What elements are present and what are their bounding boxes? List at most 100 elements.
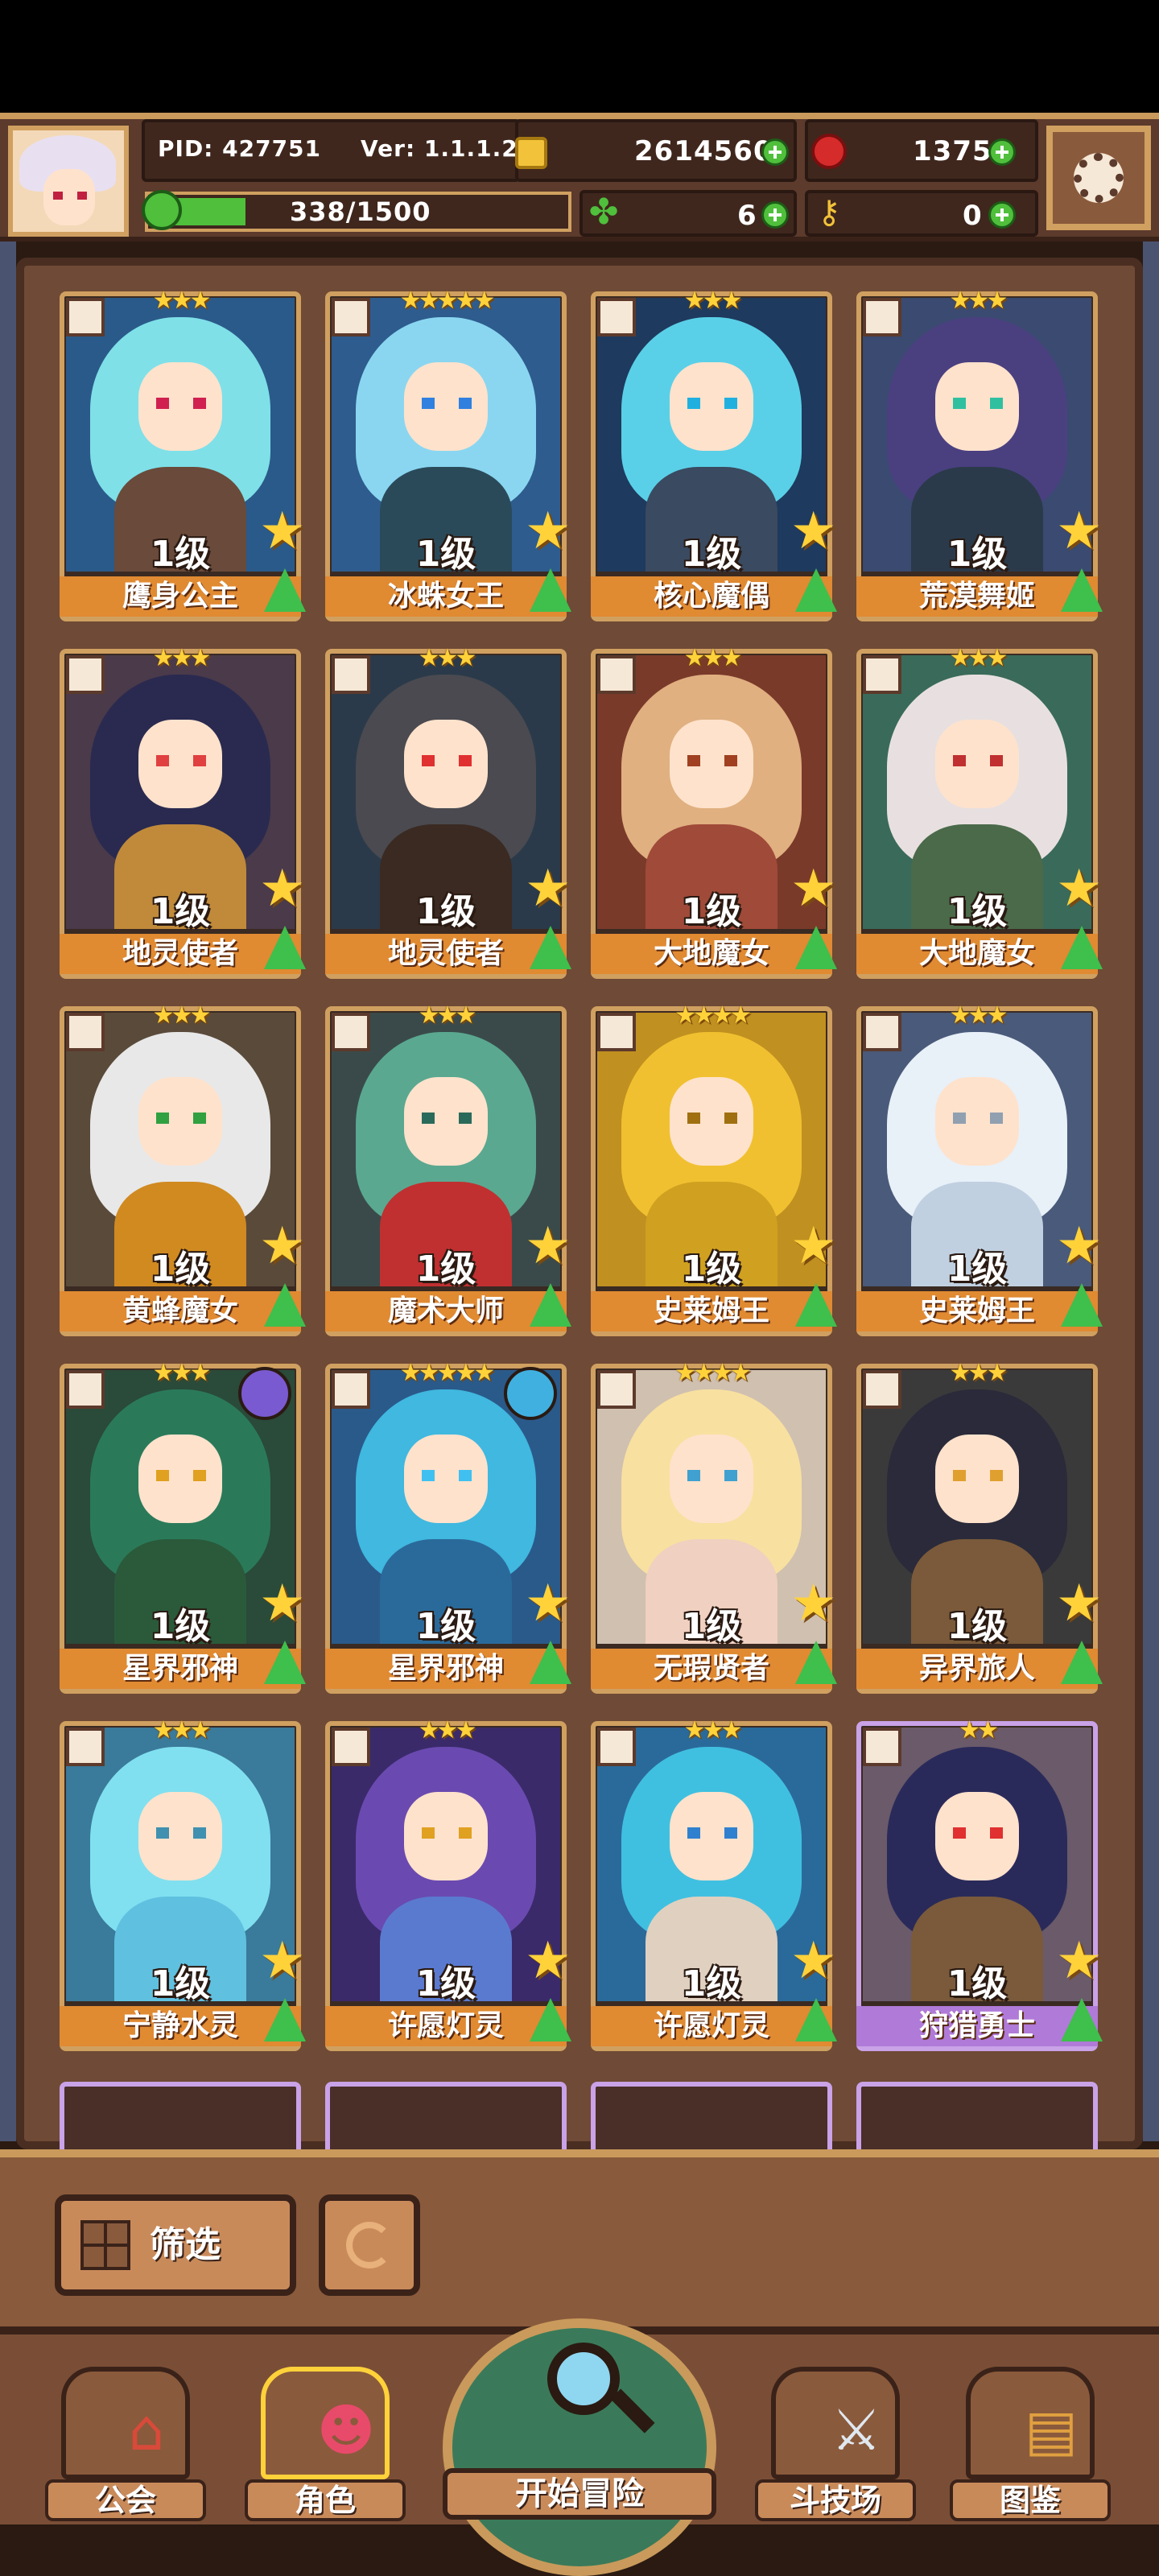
energy-value: 338/1500 <box>290 196 431 227</box>
partial-card[interactable] <box>591 2082 832 2149</box>
nav-arena[interactable]: ⚔ 斗技场 <box>755 2367 916 2524</box>
level-up-arrow-icon[interactable] <box>1061 1641 1103 1684</box>
character-card[interactable]: ★★★ 1级 许愿灯灵 ★ <box>591 1716 837 2051</box>
star-upgrade-icon[interactable]: ★ <box>259 1220 305 1272</box>
character-card[interactable]: ★★★ 1级 鹰身公主 ★ <box>60 287 306 621</box>
character-card[interactable]: ★★★ 1级 异界旅人 ★ <box>856 1359 1103 1694</box>
nav-character[interactable]: ☻ 角色 <box>245 2367 406 2524</box>
star-upgrade-icon[interactable]: ★ <box>525 506 571 557</box>
guild-house-icon: ⌂ <box>128 2397 165 2463</box>
level-up-arrow-icon[interactable] <box>1061 926 1103 969</box>
level-up-arrow-icon[interactable] <box>264 1998 306 2041</box>
gear-icon <box>1074 153 1124 203</box>
star-upgrade-icon[interactable]: ★ <box>790 1935 836 1987</box>
partial-card[interactable] <box>60 2082 301 2149</box>
filter-bar: 筛选 <box>0 2149 1159 2326</box>
star-upgrade-icon[interactable]: ★ <box>259 506 305 557</box>
right-border <box>1143 242 1159 2141</box>
partial-card[interactable] <box>856 2082 1098 2149</box>
partial-card[interactable] <box>325 2082 567 2149</box>
status-bar-area <box>0 0 1159 113</box>
character-card[interactable]: ★★★ 1级 荒漠舞姬 ★ <box>856 287 1103 621</box>
nav-guild[interactable]: ⌂ 公会 <box>45 2367 206 2524</box>
rarity-stars: ★★★ <box>152 1001 212 1030</box>
level-up-arrow-icon[interactable] <box>264 568 306 612</box>
key-amount: 0 <box>963 200 983 232</box>
rarity-stars: ★★★ <box>152 287 212 315</box>
character-card[interactable]: ★★★★ 1级 史莱姆王 ★ <box>591 1001 837 1336</box>
star-upgrade-icon[interactable]: ★ <box>1056 506 1102 557</box>
rarity-stars: ★★★★ <box>674 1359 752 1387</box>
level-up-arrow-icon[interactable] <box>530 1641 571 1684</box>
character-card[interactable]: ★★ 1级 狩猎勇士 ★ <box>856 1716 1103 2051</box>
star-upgrade-icon[interactable]: ★ <box>1056 1935 1102 1987</box>
star-upgrade-icon[interactable]: ★ <box>1056 1220 1102 1272</box>
star-upgrade-icon[interactable]: ★ <box>525 863 571 914</box>
filter-label: 筛选 <box>150 2224 221 2265</box>
level-up-arrow-icon[interactable] <box>530 1998 571 2041</box>
character-card[interactable]: ★★★ 1级 大地魔女 ★ <box>856 644 1103 979</box>
level-up-arrow-icon[interactable] <box>795 1998 837 2041</box>
level-up-arrow-icon[interactable] <box>795 568 837 612</box>
level-up-arrow-icon[interactable] <box>530 926 571 969</box>
start-adventure-button[interactable]: 开始冒险 <box>443 2318 716 2576</box>
character-card[interactable]: ★★★★★ 1级 星界邪神 ★ <box>325 1359 571 1694</box>
magnifier-icon <box>547 2343 620 2415</box>
character-card[interactable]: ★★★ 1级 黄蜂魔女 ★ <box>60 1001 306 1336</box>
character-card[interactable]: ★★★★★ 1级 冰蛛女王 ★ <box>325 287 571 621</box>
character-card[interactable]: ★★★ 1级 地灵使者 ★ <box>325 644 571 979</box>
star-upgrade-icon[interactable]: ★ <box>525 1220 571 1272</box>
add-gold-button[interactable] <box>761 138 789 166</box>
player-avatar[interactable] <box>8 126 129 237</box>
gem-amount: 1375 <box>913 135 992 167</box>
level-up-arrow-icon[interactable] <box>530 1283 571 1327</box>
add-clover-button[interactable] <box>761 201 789 229</box>
level-up-arrow-icon[interactable] <box>1061 1998 1103 2041</box>
level-up-arrow-icon[interactable] <box>530 568 571 612</box>
grid-icon <box>80 2220 130 2270</box>
character-card[interactable]: ★★★ 1级 地灵使者 ★ <box>60 644 306 979</box>
character-face-icon: ☻ <box>316 2397 376 2463</box>
character-card[interactable]: ★★★ 1级 大地魔女 ★ <box>591 644 837 979</box>
rarity-stars: ★★★★★ <box>399 1359 495 1387</box>
add-key-button[interactable] <box>988 201 1016 229</box>
nav-codex[interactable]: ▤ 图鉴 <box>950 2367 1111 2524</box>
add-gems-button[interactable] <box>988 138 1016 166</box>
character-card[interactable]: ★★★ 1级 许愿灯灵 ★ <box>325 1716 571 2051</box>
star-upgrade-icon[interactable]: ★ <box>790 506 836 557</box>
clover-icon: ✤ <box>588 192 619 233</box>
character-card[interactable]: ★★★★ 1级 无瑕贤者 ★ <box>591 1359 837 1694</box>
character-card[interactable]: ★★★ 1级 宁静水灵 ★ <box>60 1716 306 2051</box>
level-up-arrow-icon[interactable] <box>264 1641 306 1684</box>
level-up-arrow-icon[interactable] <box>264 926 306 969</box>
level-up-arrow-icon[interactable] <box>264 1283 306 1327</box>
level-up-arrow-icon[interactable] <box>795 1283 837 1327</box>
gold-coin-icon <box>515 137 547 169</box>
star-upgrade-icon[interactable]: ★ <box>1056 863 1102 914</box>
rarity-stars: ★★★★ <box>674 1001 752 1030</box>
level-up-arrow-icon[interactable] <box>1061 568 1103 612</box>
star-upgrade-icon[interactable]: ★ <box>790 1578 836 1629</box>
character-card[interactable]: ★★★ 1级 核心魔偶 ★ <box>591 287 837 621</box>
level-up-arrow-icon[interactable] <box>795 1641 837 1684</box>
character-card[interactable]: ★★★ 1级 星界邪神 ★ <box>60 1359 306 1694</box>
level-up-arrow-icon[interactable] <box>795 926 837 969</box>
settings-button[interactable] <box>1046 126 1151 230</box>
character-card[interactable]: ★★★ 1级 史莱姆王 ★ <box>856 1001 1103 1336</box>
star-upgrade-icon[interactable]: ★ <box>525 1578 571 1629</box>
star-upgrade-icon[interactable]: ★ <box>259 1578 305 1629</box>
star-upgrade-icon[interactable]: ★ <box>790 1220 836 1272</box>
star-upgrade-icon[interactable]: ★ <box>259 863 305 914</box>
filter-button[interactable]: 筛选 <box>55 2194 296 2296</box>
star-upgrade-icon[interactable]: ★ <box>790 863 836 914</box>
level-up-arrow-icon[interactable] <box>1061 1283 1103 1327</box>
refresh-button[interactable] <box>319 2194 420 2296</box>
star-upgrade-icon[interactable]: ★ <box>1056 1578 1102 1629</box>
rarity-stars: ★★★ <box>418 1001 477 1030</box>
star-upgrade-icon[interactable]: ★ <box>525 1935 571 1987</box>
start-adventure-label: 开始冒险 <box>443 2468 716 2520</box>
nav-arena-label: 斗技场 <box>755 2479 916 2521</box>
star-upgrade-icon[interactable]: ★ <box>259 1935 305 1987</box>
character-card[interactable]: ★★★ 1级 魔术大师 ★ <box>325 1001 571 1336</box>
rarity-stars: ★★★★★ <box>399 287 495 315</box>
